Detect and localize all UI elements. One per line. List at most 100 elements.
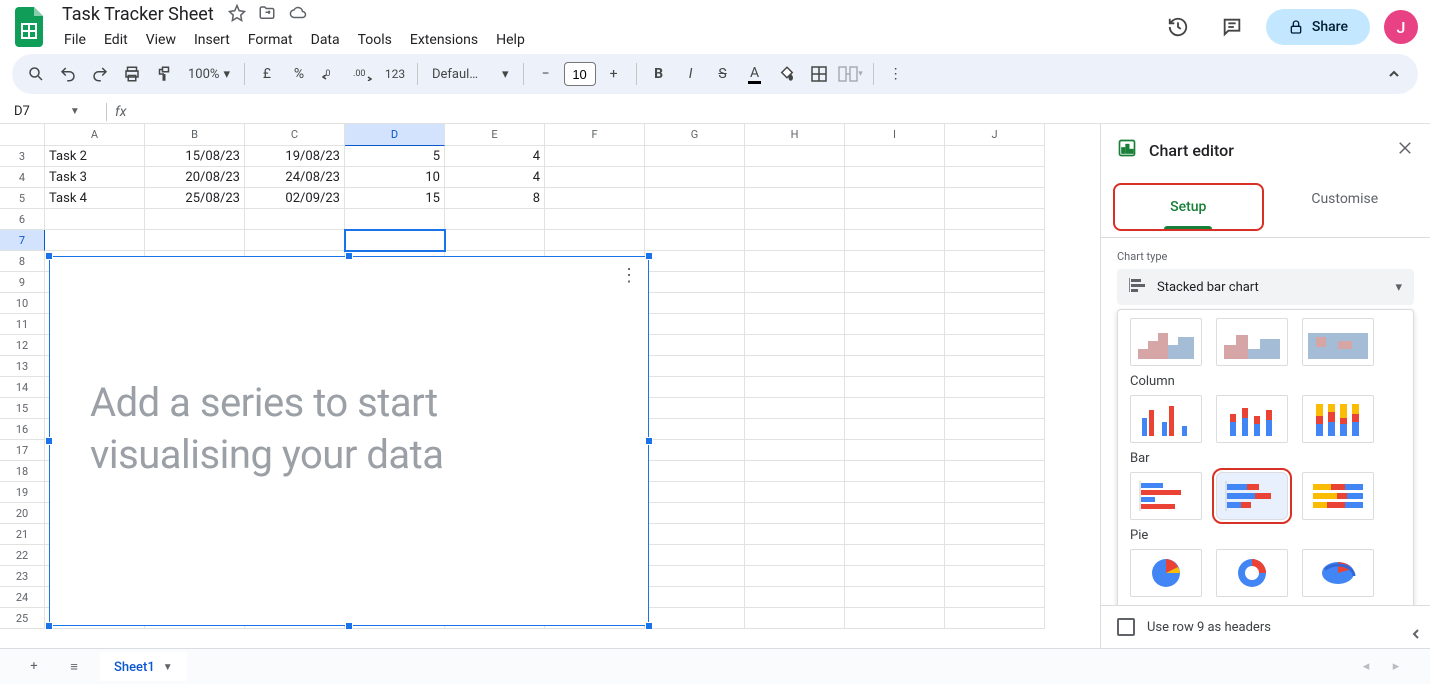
chart-type-stepped-area-3[interactable] (1302, 318, 1374, 366)
close-icon[interactable] (1396, 139, 1414, 161)
cell[interactable] (445, 209, 545, 230)
row-3[interactable]: 3 (0, 146, 45, 167)
cell[interactable] (745, 587, 845, 608)
resize-handle[interactable] (345, 252, 353, 260)
cell[interactable] (945, 608, 1045, 629)
chart-object[interactable]: ⋮ Add a series to start visualising your… (49, 256, 649, 626)
cell[interactable] (745, 608, 845, 629)
col-B[interactable]: B (145, 124, 245, 146)
undo-icon[interactable] (54, 60, 82, 88)
increase-decimal-button[interactable]: .00 (349, 60, 377, 88)
cell[interactable] (945, 335, 1045, 356)
row-12[interactable]: 12 (0, 335, 45, 356)
cell[interactable] (945, 314, 1045, 335)
print-icon[interactable] (118, 60, 146, 88)
cell[interactable] (945, 230, 1045, 251)
cell[interactable]: 8 (445, 188, 545, 209)
cell[interactable] (545, 230, 645, 251)
cell[interactable] (745, 314, 845, 335)
cell[interactable]: Task 3 (45, 167, 145, 188)
cell[interactable] (845, 608, 945, 629)
cell[interactable] (945, 398, 1045, 419)
cell[interactable]: 4 (445, 146, 545, 167)
fill-color-button[interactable] (773, 60, 801, 88)
cell[interactable]: 4 (445, 167, 545, 188)
cell[interactable] (745, 440, 845, 461)
redo-icon[interactable] (86, 60, 114, 88)
document-title[interactable]: Task Tracker Sheet (56, 2, 220, 27)
cell[interactable] (645, 482, 745, 503)
cell[interactable]: 15 (345, 188, 445, 209)
cell[interactable] (845, 188, 945, 209)
cell[interactable] (645, 524, 745, 545)
search-icon[interactable] (22, 60, 50, 88)
cell[interactable] (845, 587, 945, 608)
cell[interactable] (645, 335, 745, 356)
star-icon[interactable] (228, 4, 246, 26)
cell[interactable] (645, 377, 745, 398)
cell[interactable] (945, 356, 1045, 377)
cell[interactable] (845, 209, 945, 230)
row-16[interactable]: 16 (0, 419, 45, 440)
cell[interactable] (245, 209, 345, 230)
col-I[interactable]: I (845, 124, 945, 146)
tab-nav-right[interactable]: ▸ (1382, 653, 1410, 681)
row-21[interactable]: 21 (0, 524, 45, 545)
chart-type-bar-100[interactable] (1302, 472, 1374, 520)
font-family-dropdown[interactable]: Defaul…▾ (426, 67, 515, 82)
share-button[interactable]: Share (1266, 9, 1370, 45)
cell[interactable] (245, 230, 345, 251)
col-G[interactable]: G (645, 124, 745, 146)
cell[interactable] (745, 377, 845, 398)
chart-type-dropdown[interactable]: Stacked bar chart ▾ (1117, 269, 1414, 305)
cell[interactable] (945, 251, 1045, 272)
cell[interactable] (645, 608, 745, 629)
cell[interactable] (845, 230, 945, 251)
decrease-font-size-button[interactable]: − (532, 60, 560, 88)
col-E[interactable]: E (445, 124, 545, 146)
bold-button[interactable]: B (645, 60, 673, 88)
row-5[interactable]: 5 (0, 188, 45, 209)
row-7[interactable]: 7 (0, 230, 45, 251)
cell[interactable] (945, 545, 1045, 566)
side-panel-toggle[interactable] (1404, 622, 1428, 646)
cell[interactable] (845, 356, 945, 377)
cell[interactable] (745, 146, 845, 167)
cell[interactable] (645, 461, 745, 482)
select-all-corner[interactable] (0, 124, 45, 146)
comments-icon[interactable] (1212, 7, 1252, 47)
active-cell[interactable] (345, 230, 445, 251)
chart-type-stepped-area-2[interactable] (1216, 318, 1288, 366)
cell[interactable]: 20/08/23 (145, 167, 245, 188)
chart-type-column-100[interactable] (1302, 395, 1374, 443)
cell[interactable] (845, 524, 945, 545)
col-J[interactable]: J (945, 124, 1045, 146)
cell[interactable]: 02/09/23 (245, 188, 345, 209)
row-23[interactable]: 23 (0, 566, 45, 587)
strikethrough-button[interactable]: S (709, 60, 737, 88)
cell[interactable] (945, 209, 1045, 230)
cell[interactable] (845, 272, 945, 293)
col-C[interactable]: C (245, 124, 345, 146)
cell[interactable] (845, 440, 945, 461)
cell[interactable]: 15/08/23 (145, 146, 245, 167)
cell[interactable] (845, 293, 945, 314)
resize-handle[interactable] (45, 622, 53, 630)
cell[interactable] (745, 566, 845, 587)
chart-type-stepped-area[interactable] (1130, 318, 1202, 366)
row-6[interactable]: 6 (0, 209, 45, 230)
row-20[interactable]: 20 (0, 503, 45, 524)
chart-type-pie[interactable] (1130, 549, 1202, 597)
cell[interactable] (845, 167, 945, 188)
cell[interactable] (545, 209, 645, 230)
cell[interactable] (645, 314, 745, 335)
cell[interactable] (745, 398, 845, 419)
cell[interactable] (645, 503, 745, 524)
resize-handle[interactable] (345, 622, 353, 630)
name-box[interactable]: D7▼ (4, 104, 98, 119)
cell[interactable] (645, 272, 745, 293)
cell[interactable] (645, 146, 745, 167)
cell[interactable] (545, 188, 645, 209)
resize-handle[interactable] (645, 252, 653, 260)
cell[interactable] (945, 293, 1045, 314)
